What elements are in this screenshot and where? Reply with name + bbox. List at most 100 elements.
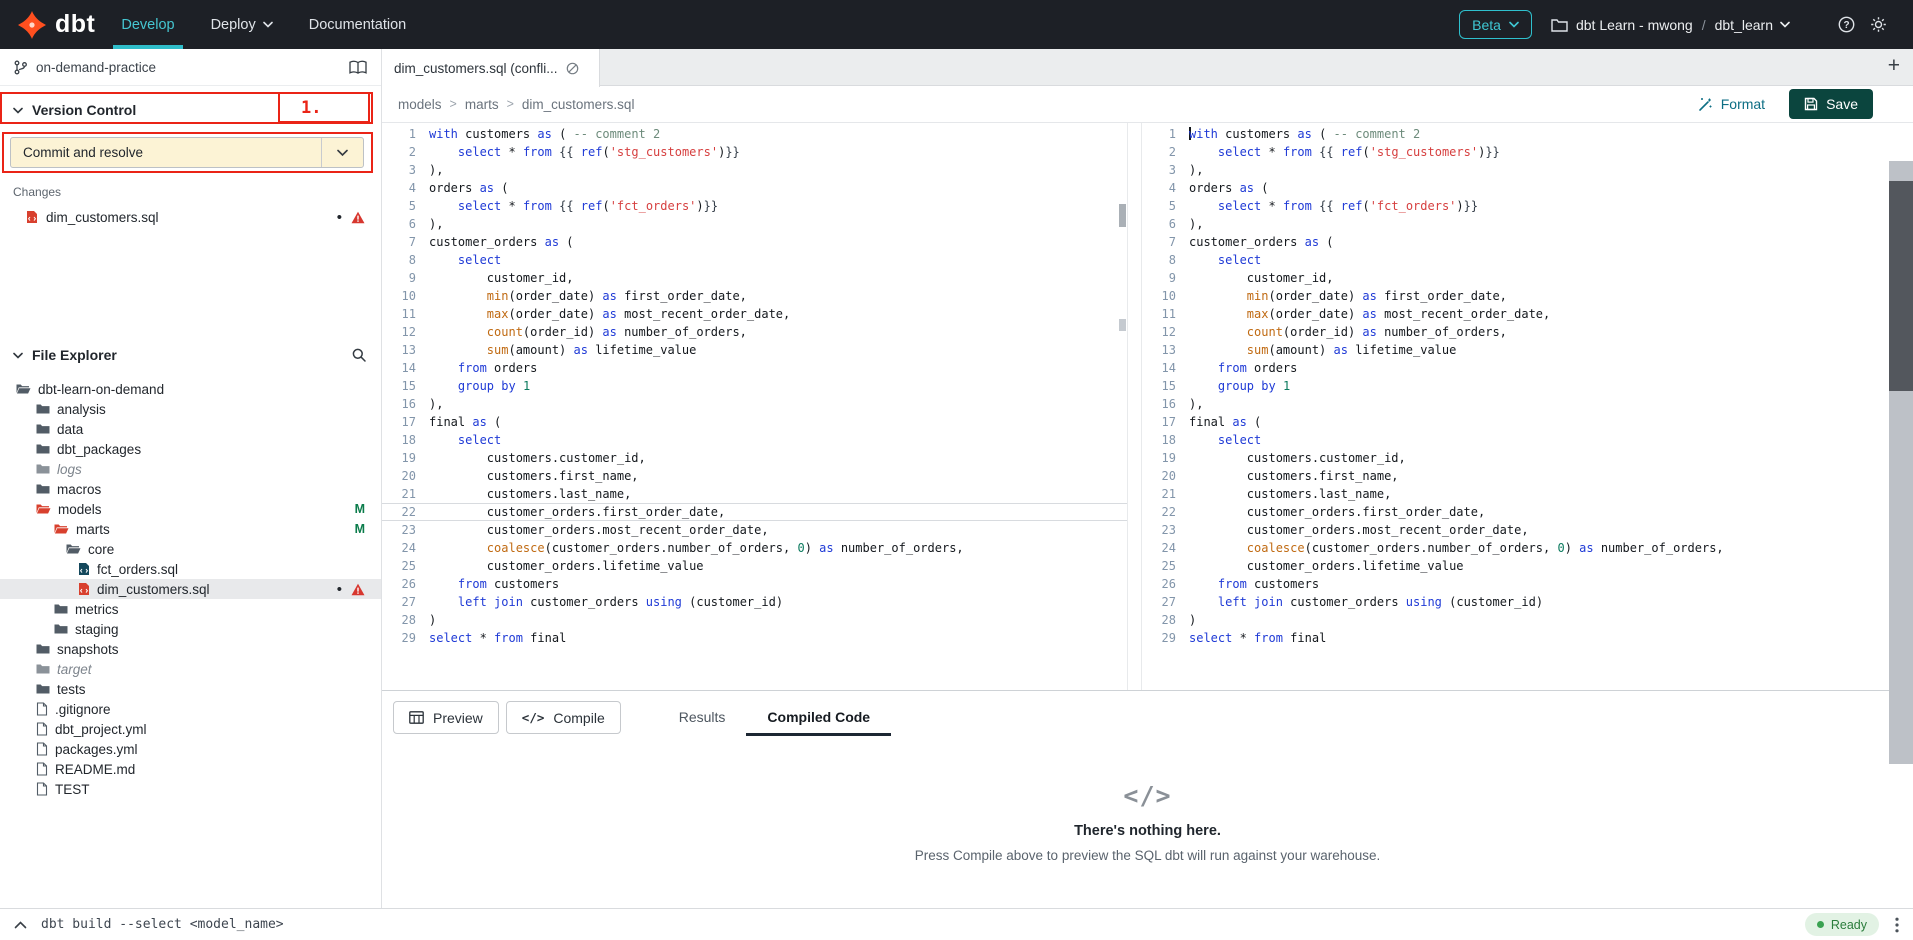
tree-item-dbt_project.yml[interactable]: dbt_project.yml bbox=[0, 719, 381, 739]
nav-deploy[interactable]: Deploy bbox=[193, 0, 291, 49]
code-line[interactable]: 1with customers as ( -- comment 2 bbox=[1142, 125, 1889, 143]
brand[interactable]: dbt bbox=[18, 10, 95, 39]
tree-item-dbt-learn-on-demand[interactable]: dbt-learn-on-demand bbox=[0, 379, 381, 399]
left-pane-scrollbar[interactable] bbox=[1119, 123, 1126, 690]
docs-book-icon[interactable] bbox=[349, 60, 367, 75]
panel-tab-compiled-code[interactable]: Compiled Code bbox=[746, 701, 891, 736]
code-line[interactable]: 26 from customers bbox=[1142, 575, 1889, 593]
nav-develop[interactable]: Develop bbox=[103, 0, 192, 49]
tree-item-data[interactable]: data bbox=[0, 419, 381, 439]
code-line[interactable]: 19 customers.customer_id, bbox=[1142, 449, 1889, 467]
code-line[interactable]: 26 from customers bbox=[382, 575, 1127, 593]
tree-item-fct_orders.sql[interactable]: fct_orders.sql bbox=[0, 559, 381, 579]
format-button[interactable]: Format bbox=[1698, 96, 1765, 112]
code-line[interactable]: 14 from orders bbox=[382, 359, 1127, 377]
tree-item-dim_customers.sql[interactable]: dim_customers.sql• bbox=[0, 579, 381, 599]
code-line[interactable]: 4orders as ( bbox=[382, 179, 1127, 197]
code-line[interactable]: 5 select * from {{ ref('fct_orders')}} bbox=[1142, 197, 1889, 215]
preview-button[interactable]: Preview bbox=[393, 701, 499, 734]
code-line[interactable]: 21 customers.last_name, bbox=[1142, 485, 1889, 503]
code-line[interactable]: 2 select * from {{ ref('stg_customers')}… bbox=[1142, 143, 1889, 161]
code-line[interactable]: 13 sum(amount) as lifetime_value bbox=[1142, 341, 1889, 359]
tree-item-tests[interactable]: tests bbox=[0, 679, 381, 699]
code-line[interactable]: 8 select bbox=[1142, 251, 1889, 269]
code-line[interactable]: 3), bbox=[382, 161, 1127, 179]
code-line[interactable]: 12 count(order_id) as number_of_orders, bbox=[1142, 323, 1889, 341]
tree-item-target[interactable]: target bbox=[0, 659, 381, 679]
tab-dim-customers-sql[interactable]: dim_customers.sql (confli... bbox=[382, 49, 600, 87]
code-line[interactable]: 11 max(order_date) as most_recent_order_… bbox=[1142, 305, 1889, 323]
settings-gear-icon[interactable] bbox=[1870, 16, 1887, 33]
code-line[interactable]: 16), bbox=[382, 395, 1127, 413]
code-line[interactable]: 17final as ( bbox=[1142, 413, 1889, 431]
git-branch-strip[interactable]: on-demand-practice bbox=[0, 49, 381, 86]
code-line[interactable]: 20 customers.first_name, bbox=[382, 467, 1127, 485]
code-line[interactable]: 17final as ( bbox=[382, 413, 1127, 431]
tree-item-snapshots[interactable]: snapshots bbox=[0, 639, 381, 659]
code-line[interactable]: 7customer_orders as ( bbox=[382, 233, 1127, 251]
code-line[interactable]: 15 group by 1 bbox=[382, 377, 1127, 395]
code-line[interactable]: 19 customers.customer_id, bbox=[382, 449, 1127, 467]
code-line[interactable]: 3), bbox=[1142, 161, 1889, 179]
code-line[interactable]: 24 coalesce(customer_orders.number_of_or… bbox=[1142, 539, 1889, 557]
tree-item-core[interactable]: core bbox=[0, 539, 381, 559]
tree-item-packages.yml[interactable]: packages.yml bbox=[0, 739, 381, 759]
code-line[interactable]: 25 customer_orders.lifetime_value bbox=[1142, 557, 1889, 575]
code-line[interactable]: 6), bbox=[382, 215, 1127, 233]
code-line[interactable]: 23 customer_orders.most_recent_order_dat… bbox=[1142, 521, 1889, 539]
code-line[interactable]: 21 customers.last_name, bbox=[382, 485, 1127, 503]
code-line[interactable]: 16), bbox=[1142, 395, 1889, 413]
panel-tab-results[interactable]: Results bbox=[658, 701, 747, 736]
tree-item-dbt_packages[interactable]: dbt_packages bbox=[0, 439, 381, 459]
code-line[interactable]: 12 count(order_id) as number_of_orders, bbox=[382, 323, 1127, 341]
code-line[interactable]: 20 customers.first_name, bbox=[1142, 467, 1889, 485]
code-line[interactable]: 10 min(order_date) as first_order_date, bbox=[1142, 287, 1889, 305]
tree-item-.gitignore[interactable]: .gitignore bbox=[0, 699, 381, 719]
code-line[interactable]: 15 group by 1 bbox=[1142, 377, 1889, 395]
nav-documentation[interactable]: Documentation bbox=[291, 0, 425, 49]
new-tab-icon[interactable]: + bbox=[1888, 55, 1900, 76]
account-selector[interactable]: dbt Learn - mwong bbox=[1551, 17, 1693, 33]
kebab-menu-icon[interactable] bbox=[1895, 917, 1899, 933]
code-line[interactable]: 4orders as ( bbox=[1142, 179, 1889, 197]
code-line[interactable]: 29select * from final bbox=[382, 629, 1127, 647]
code-line[interactable]: 2 select * from {{ ref('stg_customers')}… bbox=[382, 143, 1127, 161]
version-control-header[interactable]: Version Control bbox=[0, 97, 381, 123]
tree-item-TEST[interactable]: TEST bbox=[0, 779, 381, 799]
code-line[interactable]: 10 min(order_date) as first_order_date, bbox=[382, 287, 1127, 305]
code-line[interactable]: 24 coalesce(customer_orders.number_of_or… bbox=[382, 539, 1127, 557]
breadcrumb-item[interactable]: dim_customers.sql bbox=[522, 97, 635, 112]
tree-item-logs[interactable]: logs bbox=[0, 459, 381, 479]
code-line[interactable]: 7customer_orders as ( bbox=[1142, 233, 1889, 251]
code-line[interactable]: 5 select * from {{ ref('fct_orders')}} bbox=[382, 197, 1127, 215]
tree-item-metrics[interactable]: metrics bbox=[0, 599, 381, 619]
code-line[interactable]: 1with customers as ( -- comment 2 bbox=[382, 125, 1127, 143]
breadcrumb-item[interactable]: models bbox=[398, 97, 442, 112]
editor-pane-right[interactable]: 1with customers as ( -- comment 22 selec… bbox=[1141, 123, 1889, 690]
breadcrumb-item[interactable]: marts bbox=[465, 97, 499, 112]
tree-item-analysis[interactable]: analysis bbox=[0, 399, 381, 419]
code-line[interactable]: 22 customer_orders.first_order_date, bbox=[1142, 503, 1889, 521]
commit-and-resolve-button[interactable]: Commit and resolve bbox=[10, 137, 364, 168]
code-line[interactable]: 6), bbox=[1142, 215, 1889, 233]
editor-pane-left[interactable]: 1with customers as ( -- comment 22 selec… bbox=[382, 123, 1128, 690]
tree-item-README.md[interactable]: README.md bbox=[0, 759, 381, 779]
code-line[interactable]: 18 select bbox=[382, 431, 1127, 449]
code-line[interactable]: 28) bbox=[1142, 611, 1889, 629]
search-icon[interactable] bbox=[351, 347, 367, 363]
help-icon[interactable]: ? bbox=[1838, 16, 1855, 33]
code-line[interactable]: 27 left join customer_orders using (cust… bbox=[1142, 593, 1889, 611]
scrollbar-thumb[interactable] bbox=[1119, 204, 1126, 227]
code-line[interactable]: 29select * from final bbox=[1142, 629, 1889, 647]
code-line[interactable]: 27 left join customer_orders using (cust… bbox=[382, 593, 1127, 611]
code-line[interactable]: 8 select bbox=[382, 251, 1127, 269]
commit-options-chevron-icon[interactable] bbox=[321, 138, 363, 167]
editor-scrollbar[interactable] bbox=[1889, 161, 1913, 764]
compile-button[interactable]: </> Compile bbox=[506, 701, 621, 734]
expand-panel-chevron-icon[interactable] bbox=[14, 921, 27, 929]
tree-item-macros[interactable]: macros bbox=[0, 479, 381, 499]
scrollbar-thumb[interactable] bbox=[1889, 181, 1913, 391]
tree-item-models[interactable]: modelsM bbox=[0, 499, 381, 519]
code-line[interactable]: 23 customer_orders.most_recent_order_dat… bbox=[382, 521, 1127, 539]
code-line[interactable]: 9 customer_id, bbox=[382, 269, 1127, 287]
